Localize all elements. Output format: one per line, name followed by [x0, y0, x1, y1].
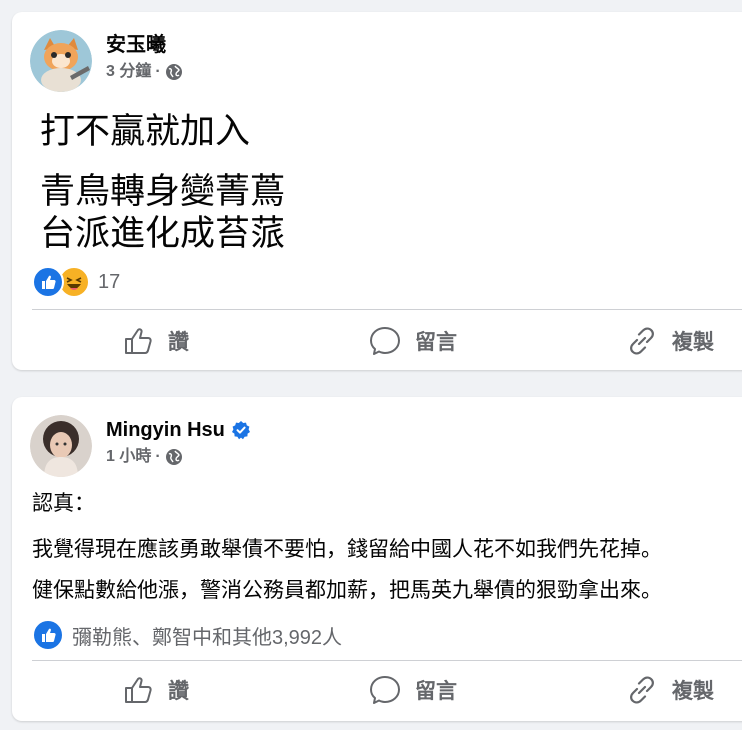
post-text-line: 健保點數給他漲，警消公務員都加薪，把馬英九舉債的狠勁拿出來。 [32, 579, 662, 602]
globe-icon [165, 449, 182, 465]
reaction-names: 彌勒熊、鄭智中和其他3,992人 [72, 626, 343, 649]
post-text-line: 青鳥轉身變菁蔦 [40, 172, 286, 211]
post-header: 安玉曦 3 分鐘 · [30, 30, 183, 92]
meta-separator: · [155, 448, 161, 465]
copy-label: 複製 [672, 680, 714, 703]
post-header: Mingyin Hsu 1 小時 · [30, 415, 251, 477]
post-text-line: 我覺得現在應該勇敢舉債不要怕，錢留給中國人花不如我們先花掉。 [32, 538, 662, 561]
post-card-2: Mingyin Hsu 1 小時 · 認真： 我覺得現在應該勇敢舉債不要怕，錢留… [12, 397, 742, 721]
action-bar: 讚 留言 複製 [12, 670, 742, 714]
comment-label: 留言 [415, 680, 457, 703]
copy-link-icon [630, 327, 654, 355]
post-card-1: 安玉曦 3 分鐘 · 打不贏就加入 青鳥轉身變菁蔦 台派進化成苔蒎 17 讚 留… [12, 12, 742, 370]
meta-separator: · [155, 63, 161, 80]
like-button[interactable]: 讚 [122, 325, 189, 357]
post-text-line: 台派進化成苔蒎 [40, 214, 286, 253]
post-time[interactable]: 1 小時 [106, 445, 151, 469]
author-name-text[interactable]: Mingyin Hsu [106, 417, 225, 443]
like-icon [125, 328, 152, 354]
like-reaction-icon [32, 266, 64, 298]
comment-button[interactable]: 留言 [369, 325, 457, 357]
like-label: 讚 [168, 331, 189, 354]
like-icon [125, 677, 152, 703]
author-name[interactable]: 安玉曦 [106, 32, 183, 58]
comment-button[interactable]: 留言 [369, 674, 457, 706]
copy-button[interactable]: 複製 [626, 325, 714, 357]
author-avatar[interactable] [30, 30, 92, 92]
copy-link-icon [630, 676, 654, 704]
like-label: 讚 [168, 680, 189, 703]
like-button[interactable]: 讚 [122, 674, 189, 706]
reaction-count: 17 [98, 270, 121, 293]
globe-icon [165, 64, 182, 80]
copy-label: 複製 [672, 331, 714, 354]
author-avatar[interactable] [30, 415, 92, 477]
post-meta: 1 小時 · [106, 445, 251, 469]
author-name: Mingyin Hsu [106, 417, 251, 443]
reaction-summary[interactable]: 彌勒熊、鄭智中和其他3,992人 [32, 619, 342, 651]
verified-badge-icon [231, 421, 250, 440]
post-text-line: 認真： [32, 492, 95, 515]
post-time[interactable]: 3 分鐘 [106, 60, 151, 84]
like-reaction-icon [32, 619, 64, 651]
divider [32, 309, 742, 310]
comment-icon [370, 676, 400, 704]
post-meta: 3 分鐘 · [106, 60, 183, 84]
copy-button[interactable]: 複製 [626, 674, 714, 706]
comment-icon [370, 327, 400, 355]
divider [32, 660, 742, 661]
reaction-summary[interactable]: 17 [32, 266, 120, 298]
comment-label: 留言 [415, 331, 457, 354]
post-text-line: 打不贏就加入 [40, 112, 251, 151]
action-bar: 讚 留言 複製 [12, 319, 742, 363]
